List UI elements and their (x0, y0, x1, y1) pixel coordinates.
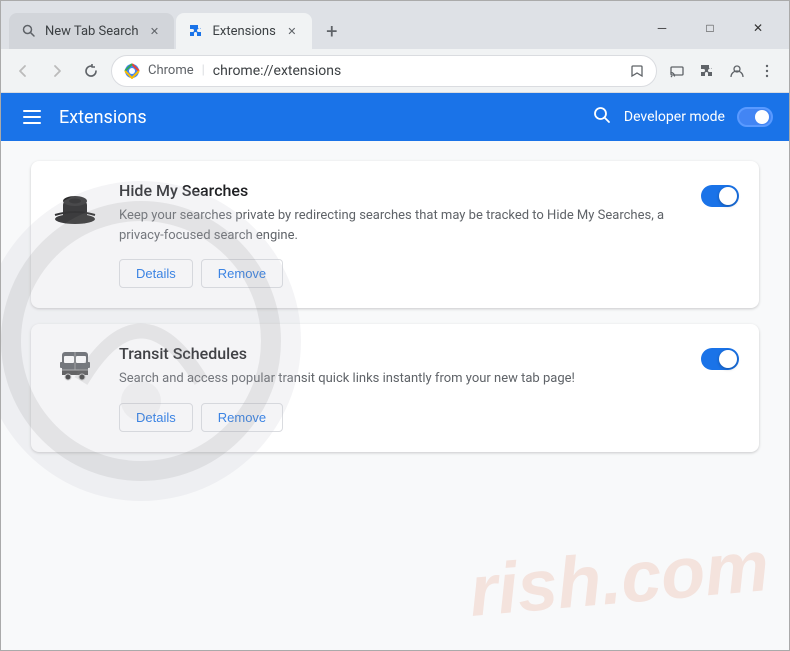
extension-details-btn-1[interactable]: Details (119, 259, 193, 288)
extension-toggle-1[interactable] (701, 185, 739, 207)
bus-icon (57, 348, 93, 384)
extension-icon-area-2 (51, 344, 99, 384)
extension-details-1: Hide My Searches Keep your searches priv… (119, 181, 681, 288)
reload-button[interactable] (77, 57, 105, 85)
extension-remove-btn-2[interactable]: Remove (201, 403, 283, 432)
extension-card-hide-my-searches: Hide My Searches Keep your searches priv… (31, 161, 759, 308)
extension-toggle-knob-1 (719, 187, 737, 205)
tab-new-tab-search-label: New Tab Search (45, 24, 138, 39)
tab-extensions-label: Extensions (212, 24, 275, 39)
url-bar[interactable]: Chrome | chrome://extensions (111, 55, 657, 87)
hamburger-menu[interactable] (17, 104, 47, 130)
forward-button[interactable] (43, 57, 71, 85)
browser-window: New Tab Search ✕ Extensions ✕ + ─ □ ✕ (0, 0, 790, 651)
puzzle-tab-icon (188, 23, 204, 39)
new-tab-button[interactable]: + (318, 17, 346, 45)
tab-extensions[interactable]: Extensions ✕ (176, 13, 311, 49)
extensions-search-button[interactable] (592, 105, 612, 130)
extension-desc-1: Keep your searches private by redirectin… (119, 206, 681, 245)
extension-card-transit-schedules: Transit Schedules Search and access popu… (31, 324, 759, 452)
extension-toggle-area-1 (701, 181, 739, 207)
tab-new-tab-search[interactable]: New Tab Search ✕ (9, 13, 174, 49)
url-text: chrome://extensions (213, 63, 622, 79)
maximize-button[interactable]: □ (687, 13, 733, 43)
tab-new-tab-search-close[interactable]: ✕ (146, 23, 162, 39)
watermark-text: rish.com (466, 525, 772, 633)
url-protocol: Chrome (148, 63, 194, 78)
site-favicon (124, 63, 140, 79)
extension-desc-2: Search and access popular transit quick … (119, 369, 681, 389)
search-tab-icon (21, 23, 37, 39)
extensions-title: Extensions (59, 107, 147, 128)
close-button[interactable]: ✕ (735, 13, 781, 43)
cast-button[interactable] (663, 57, 691, 85)
extension-actions-2: Details Remove (119, 403, 681, 432)
title-bar: New Tab Search ✕ Extensions ✕ + ─ □ ✕ (1, 1, 789, 49)
developer-mode-label: Developer mode (624, 109, 725, 125)
profile-button[interactable] (723, 57, 751, 85)
menu-button[interactable] (753, 57, 781, 85)
back-button[interactable] (9, 57, 37, 85)
extension-remove-btn-1[interactable]: Remove (201, 259, 283, 288)
header-right-actions: Developer mode (592, 105, 773, 130)
extension-toggle-knob-2 (719, 350, 737, 368)
url-separator: | (202, 63, 205, 78)
extensions-button[interactable] (693, 57, 721, 85)
extension-name-2: Transit Schedules (119, 344, 681, 363)
extensions-header: Extensions Developer mode (1, 93, 789, 141)
extension-details-2: Transit Schedules Search and access popu… (119, 344, 681, 432)
extension-toggle-2[interactable] (701, 348, 739, 370)
developer-mode-toggle[interactable] (737, 107, 773, 127)
minimize-button[interactable]: ─ (639, 13, 685, 43)
extensions-content: rish.com Hide My Searches Keep your sear… (1, 141, 789, 650)
toggle-knob (755, 110, 769, 124)
extension-toggle-area-2 (701, 344, 739, 370)
window-controls: ─ □ ✕ (639, 13, 781, 49)
hat-icon (53, 185, 97, 225)
address-actions (663, 57, 781, 85)
extension-details-btn-2[interactable]: Details (119, 403, 193, 432)
bookmark-icon[interactable] (630, 64, 644, 78)
address-bar: Chrome | chrome://extensions (1, 49, 789, 93)
tab-extensions-close[interactable]: ✕ (284, 23, 300, 39)
extension-name-1: Hide My Searches (119, 181, 681, 200)
extension-actions-1: Details Remove (119, 259, 681, 288)
extension-icon-area-1 (51, 181, 99, 225)
